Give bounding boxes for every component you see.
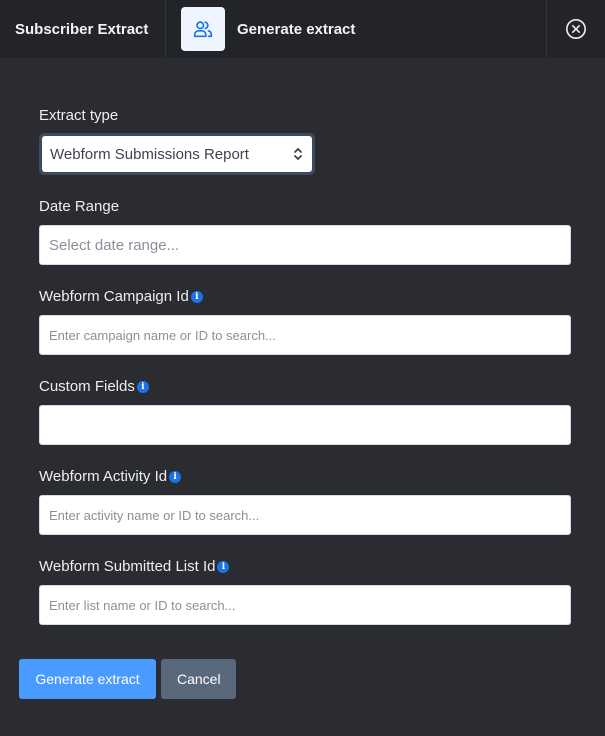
- submitted-list-id-label-row: Webform Submitted List Id i: [39, 557, 571, 577]
- close-button[interactable]: [547, 0, 605, 58]
- custom-fields-label: Custom Fields: [39, 378, 135, 395]
- info-icon[interactable]: i: [190, 291, 203, 303]
- activity-id-label: Webform Activity Id: [39, 468, 168, 485]
- app-title: Subscriber Extract: [0, 0, 166, 58]
- date-range-input[interactable]: [39, 225, 571, 265]
- extract-type-label: Extract type: [39, 107, 119, 124]
- custom-fields-field: Custom Fields i: [39, 377, 571, 445]
- extract-form: Extract type Webform Submissions Report …: [39, 106, 571, 647]
- submitted-list-id-field: Webform Submitted List Id i: [39, 557, 571, 625]
- activity-id-input[interactable]: [39, 495, 571, 535]
- info-icon[interactable]: i: [217, 561, 230, 573]
- submitted-list-id-label: Webform Submitted List Id: [39, 558, 216, 575]
- campaign-id-field: Webform Campaign Id i: [39, 287, 571, 355]
- info-icon[interactable]: i: [136, 381, 149, 393]
- extract-type-field: Extract type Webform Submissions Report: [39, 106, 571, 175]
- custom-fields-input[interactable]: [39, 405, 571, 445]
- custom-fields-label-row: Custom Fields i: [39, 377, 571, 397]
- form-actions: Generate extract Cancel: [19, 659, 236, 699]
- date-range-label: Date Range: [39, 198, 120, 215]
- extract-type-value: Webform Submissions Report: [50, 145, 249, 163]
- close-circle-icon: [566, 19, 586, 39]
- extract-type-focus-ring: Webform Submissions Report: [39, 133, 315, 175]
- select-arrows-icon: [294, 148, 302, 160]
- tab-generate-extract[interactable]: Generate extract: [166, 0, 547, 58]
- activity-id-label-row: Webform Activity Id i: [39, 467, 571, 487]
- cancel-button[interactable]: Cancel: [161, 659, 236, 699]
- users-icon: [181, 7, 225, 51]
- campaign-id-label-row: Webform Campaign Id i: [39, 287, 571, 307]
- tab-label: Generate extract: [237, 20, 356, 38]
- info-icon[interactable]: i: [169, 471, 182, 483]
- header-bar: Subscriber Extract Generate extract: [0, 0, 605, 58]
- date-range-field: Date Range: [39, 197, 571, 265]
- generate-extract-button[interactable]: Generate extract: [19, 659, 156, 699]
- activity-id-field: Webform Activity Id i: [39, 467, 571, 535]
- campaign-id-input[interactable]: [39, 315, 571, 355]
- submitted-list-id-input[interactable]: [39, 585, 571, 625]
- extract-type-select[interactable]: Webform Submissions Report: [42, 136, 312, 172]
- campaign-id-label: Webform Campaign Id: [39, 288, 189, 305]
